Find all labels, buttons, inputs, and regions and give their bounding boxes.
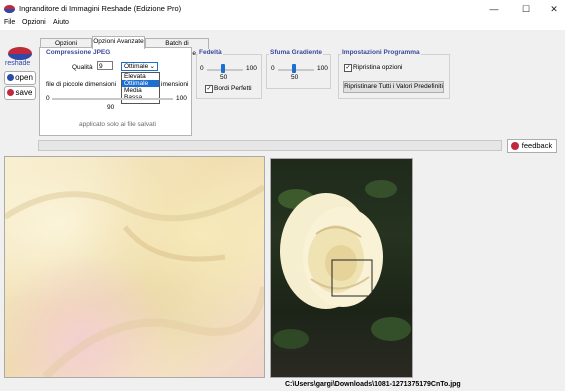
reset-defaults-button[interactable]: Ripristinare Tutti i Valori Predefiniti: [343, 81, 444, 93]
menu-help[interactable]: Aiuto: [53, 19, 69, 26]
restore-options-checkbox[interactable]: ✓: [344, 64, 352, 72]
quality-select[interactable]: Ottimale ⌄: [121, 62, 158, 71]
fidelity-min: 0: [200, 65, 204, 72]
perfect-edges-checkbox[interactable]: ✓: [205, 85, 213, 93]
blur-slider-thumb[interactable]: [292, 64, 296, 73]
small-files-label: file di piccole dimensioni: [46, 81, 117, 88]
jpeg-slider-value: 90: [107, 104, 115, 111]
menu-bar: [0, 18, 565, 30]
large-files-label: imensioni: [161, 81, 189, 88]
eye-icon: [7, 74, 14, 81]
menu-file[interactable]: File: [4, 19, 15, 26]
dropdown-option-optimal[interactable]: Ottimale: [122, 80, 159, 87]
open-label: open: [15, 73, 33, 82]
fidelity-value: 50: [220, 74, 228, 81]
close-button[interactable]: ✕: [540, 2, 565, 16]
quality-select-value: Ottimale: [124, 63, 149, 70]
jpeg-slider-min: 0: [46, 95, 50, 102]
zoomed-preview-image: [4, 156, 265, 378]
perfect-edges-label: Bordi Perfetti: [214, 85, 252, 92]
blur-max: 100: [317, 65, 328, 72]
fidelity-slider-thumb[interactable]: [221, 64, 225, 73]
maximize-button[interactable]: ☐: [512, 2, 540, 16]
blur-min: 0: [271, 65, 275, 72]
help-circle-icon: [7, 89, 14, 96]
restore-options-label: Ripristina opzioni: [353, 64, 403, 71]
dropdown-option-high[interactable]: Elevata: [122, 73, 159, 80]
feedback-button[interactable]: feedback: [507, 139, 557, 153]
blur-title: Sfuma Gradiente: [269, 49, 324, 56]
logo-text: reshade: [5, 60, 31, 67]
menu-options[interactable]: Opzioni: [22, 19, 46, 26]
app-logo-icon: [4, 5, 15, 13]
save-label: save: [15, 88, 33, 97]
open-button[interactable]: open: [4, 71, 36, 85]
blur-value: 50: [291, 74, 299, 81]
progress-bar: [38, 140, 502, 151]
jpeg-note: applicato solo ai file salvati: [79, 121, 156, 128]
status-file-path: C:\Users\gargi\Downloads\1081-1271375179…: [285, 381, 461, 388]
jpeg-slider-track[interactable]: [52, 98, 173, 100]
window-title: Ingranditore di Immagini Reshade (Edizio…: [19, 4, 182, 13]
dropdown-option-medium[interactable]: Media: [122, 87, 159, 94]
rose-drawing: [273, 180, 411, 349]
minimize-button[interactable]: —: [480, 2, 508, 16]
tab-advanced-options[interactable]: Opzioni Avanzate: [92, 36, 145, 49]
save-button[interactable]: save: [4, 86, 36, 100]
fidelity-max: 100: [246, 65, 257, 72]
blur-slider-track[interactable]: [278, 69, 314, 71]
original-image: [270, 158, 413, 378]
petal-shading: [5, 184, 264, 377]
reshade-logo-icon: [8, 47, 32, 60]
fidelity-slider-track[interactable]: [207, 69, 243, 71]
ladybug-icon: [511, 142, 519, 150]
quality-input[interactable]: 9: [97, 61, 113, 70]
program-title: Impostazioni Programma: [341, 49, 421, 56]
jpeg-title: Compressione JPEG: [46, 49, 111, 56]
jpeg-slider-max: 100: [176, 95, 187, 102]
fidelity-title: Fedeltà: [198, 49, 223, 56]
feedback-label: feedback: [521, 141, 553, 150]
quality-label: Qualità: [72, 64, 93, 71]
chevron-down-icon: ⌄: [149, 63, 155, 70]
